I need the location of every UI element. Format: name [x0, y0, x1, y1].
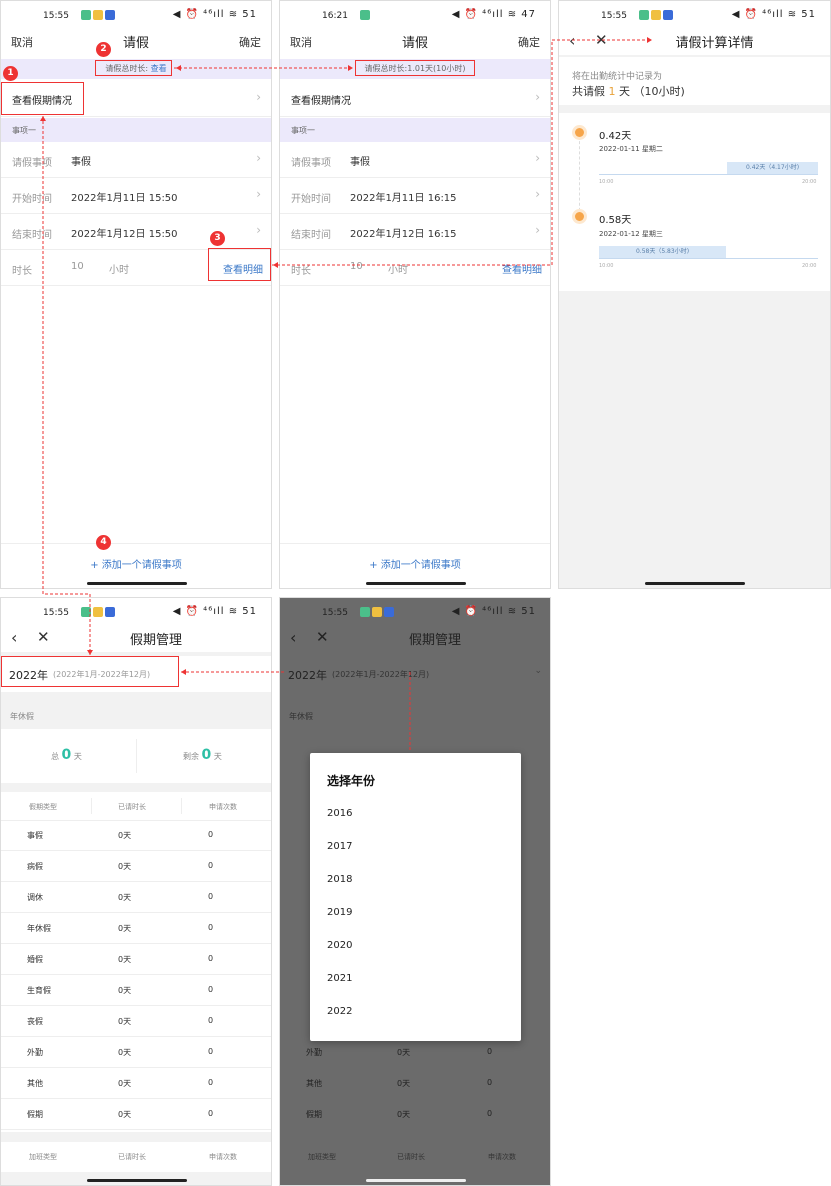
- connector-detail: [272, 39, 652, 266]
- arrowhead: [40, 116, 46, 121]
- arrowhead: [181, 669, 186, 675]
- annotation-connectors: [40, 37, 652, 751]
- connector-holiday: [42, 116, 91, 655]
- arrowhead: [273, 262, 278, 268]
- arrowhead: [176, 65, 181, 71]
- arrowhead: [647, 37, 652, 43]
- arrowhead: [348, 65, 353, 71]
- arrowhead: [87, 650, 93, 655]
